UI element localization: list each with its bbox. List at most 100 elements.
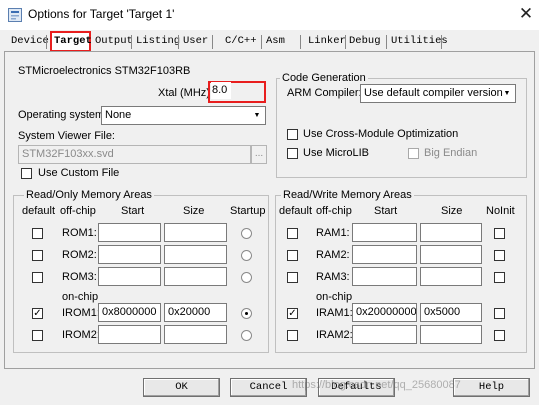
iram1-default-checkbox[interactable]: ✓: [287, 308, 298, 319]
iram2-noinit-checkbox[interactable]: [494, 330, 505, 341]
tab-separator: [386, 35, 387, 49]
ram2-start-input[interactable]: [352, 245, 417, 264]
rom1-label: ROM1:: [62, 227, 97, 239]
iram1-start-input[interactable]: 0x20000000: [352, 303, 417, 322]
tab-c-cpp[interactable]: C/C++: [225, 34, 257, 50]
microlib-checkbox[interactable]: [287, 148, 298, 159]
rom2-default-checkbox[interactable]: [32, 250, 43, 261]
iram1-label: IRAM1:: [316, 307, 353, 319]
big-endian-checkbox: [408, 148, 419, 159]
rom3-size-input[interactable]: [164, 267, 227, 286]
rw-header-noinit: NoInit: [486, 205, 515, 217]
rom2-startup-radio[interactable]: [241, 250, 252, 261]
close-icon[interactable]: ✕: [514, 2, 538, 26]
ram1-start-input[interactable]: [352, 223, 417, 242]
ram1-noinit-checkbox[interactable]: [494, 228, 505, 239]
rom1-startup-radio[interactable]: [241, 228, 252, 239]
tab-separator: [345, 35, 346, 49]
tab-separator: [441, 35, 442, 49]
ram3-size-input[interactable]: [420, 267, 482, 286]
tab-separator: [212, 35, 213, 49]
tab-separator: [131, 35, 132, 49]
ram3-start-input[interactable]: [352, 267, 417, 286]
cross-module-label: Use Cross-Module Optimization: [303, 128, 459, 140]
ram2-label: RAM2:: [316, 249, 350, 261]
irom1-size-input[interactable]: 0x20000: [164, 303, 227, 322]
iram2-size-input[interactable]: [420, 325, 482, 344]
rom1-size-input[interactable]: [164, 223, 227, 242]
rom3-default-checkbox[interactable]: [32, 272, 43, 283]
big-endian-label: Big Endian: [424, 147, 478, 159]
device-name: STMicroelectronics STM32F103RB: [18, 65, 191, 77]
tab-output[interactable]: Output: [95, 34, 133, 50]
irom2-size-input[interactable]: [164, 325, 227, 344]
iram2-default-checkbox[interactable]: [287, 330, 298, 341]
rom2-label: ROM2:: [62, 249, 97, 261]
window-title: Options for Target 'Target 1': [28, 7, 175, 21]
ram2-noinit-checkbox[interactable]: [494, 250, 505, 261]
rom2-start-input[interactable]: [98, 245, 161, 264]
radio-selected-dot: [245, 312, 248, 315]
ro-memory-title: Read/Only Memory Areas: [24, 188, 154, 202]
os-select[interactable]: None ▼: [101, 106, 266, 125]
tab-separator: [178, 35, 179, 49]
rom1-default-checkbox[interactable]: [32, 228, 43, 239]
svd-input: STM32F103xx.svd: [18, 145, 251, 164]
tab-target[interactable]: Target: [54, 34, 92, 50]
ram2-size-input[interactable]: [420, 245, 482, 264]
irom2-default-checkbox[interactable]: [32, 330, 43, 341]
rw-header-start: Start: [374, 205, 398, 217]
use-custom-file-label: Use Custom File: [38, 167, 120, 179]
ro-header-start: Start: [121, 205, 145, 217]
microlib-label: Use MicroLIB: [303, 147, 370, 159]
tab-user[interactable]: User: [183, 34, 208, 50]
ram3-default-checkbox[interactable]: [287, 272, 298, 283]
tab-utilities[interactable]: Utilities: [391, 34, 448, 50]
arm-compiler-select[interactable]: Use default compiler version ▼: [360, 84, 516, 103]
ram3-label: RAM3:: [316, 271, 350, 283]
ok-button[interactable]: OK: [143, 378, 220, 397]
xtal-input[interactable]: 8.0: [211, 82, 231, 99]
rom3-start-input[interactable]: [98, 267, 161, 286]
cross-module-checkbox[interactable]: [287, 129, 298, 140]
ram1-default-checkbox[interactable]: [287, 228, 298, 239]
iram2-start-input[interactable]: [352, 325, 417, 344]
rom1-start-input[interactable]: [98, 223, 161, 242]
ram3-noinit-checkbox[interactable]: [494, 272, 505, 283]
irom1-start-input[interactable]: 0x8000000: [98, 303, 161, 322]
ro-onchip-label: on-chip: [62, 291, 99, 303]
irom2-start-input[interactable]: [98, 325, 161, 344]
svd-label: System Viewer File:: [18, 130, 115, 142]
ram1-size-input[interactable]: [420, 223, 482, 242]
tab-listing[interactable]: Listing: [136, 34, 180, 50]
ro-header-default: default: [22, 205, 56, 217]
tab-linker[interactable]: Linker: [308, 34, 346, 50]
use-custom-file-checkbox[interactable]: [21, 168, 32, 179]
iram1-size-input[interactable]: 0x5000: [420, 303, 482, 322]
rw-memory-title: Read/Write Memory Areas: [281, 188, 414, 202]
irom2-startup-radio[interactable]: [241, 330, 252, 341]
rw-header-size: Size: [441, 205, 463, 217]
ram1-label: RAM1:: [316, 227, 350, 239]
rom2-size-input[interactable]: [164, 245, 227, 264]
irom1-default-checkbox[interactable]: ✓: [32, 308, 43, 319]
arm-compiler-value: Use default compiler version: [364, 87, 503, 99]
svd-browse-button: ...: [251, 145, 267, 164]
tab-separator: [261, 35, 262, 49]
os-label: Operating system:: [18, 109, 108, 121]
irom1-label: IROM1:: [62, 307, 100, 319]
rw-header-offchip: off-chip: [316, 205, 352, 217]
rom3-startup-radio[interactable]: [241, 272, 252, 283]
irom1-startup-radio[interactable]: [241, 308, 252, 319]
tab-device[interactable]: Device: [11, 34, 49, 50]
chevron-down-icon: ▼: [503, 90, 511, 97]
iram1-noinit-checkbox[interactable]: [494, 308, 505, 319]
ro-header-size: Size: [183, 205, 205, 217]
ram2-default-checkbox[interactable]: [287, 250, 298, 261]
help-button[interactable]: Help: [453, 378, 530, 397]
tab-debug[interactable]: Debug: [349, 34, 381, 50]
tab-asm[interactable]: Asm: [266, 34, 285, 50]
xtal-label: Xtal (MHz):: [158, 87, 213, 99]
keil-app-icon: [8, 8, 22, 22]
code-generation-title: Code Generation: [280, 71, 368, 85]
